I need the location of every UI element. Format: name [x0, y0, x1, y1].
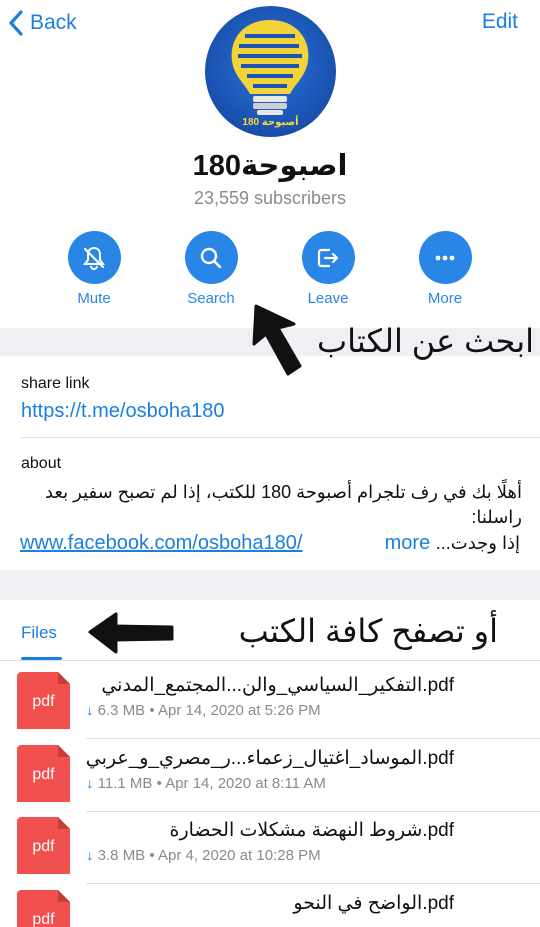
- file-row[interactable]: pdf الواضح في النحو.pdf: [0, 884, 540, 927]
- file-size: 6.3 MB: [97, 702, 146, 719]
- file-row[interactable]: pdf شروط النهضة مشكلات الحضارة.pdf ↓ 3.8…: [0, 811, 540, 884]
- about-more-row: www.facebook.com/osboha180/ إذا وجدت... …: [20, 532, 520, 555]
- pdf-icon-label: pdf: [32, 911, 55, 927]
- file-meta: ↓ 3.8 MB • Apr 4, 2020 at 10:28 PM: [86, 847, 321, 864]
- file-meta: ↓ 6.3 MB • Apr 14, 2020 at 5:26 PM: [86, 702, 321, 719]
- mute-button[interactable]: Mute: [44, 231, 144, 307]
- more-label: More: [427, 290, 463, 307]
- file-name: التفكير_السياسي_والن...المجتمع_المدني.pd…: [101, 675, 454, 696]
- file-name: الواضح في النحو.pdf: [293, 893, 454, 914]
- share-link-label: share link: [21, 375, 90, 392]
- more-icon: [435, 255, 455, 260]
- divider: [0, 660, 540, 661]
- download-arrow-icon[interactable]: ↓: [86, 702, 94, 719]
- bell-slash-icon: [83, 246, 105, 270]
- browse-annotation: أو تصفح كافة الكتب: [238, 613, 498, 649]
- edit-button[interactable]: Edit: [482, 10, 518, 34]
- file-size: 11.1 MB: [97, 775, 153, 792]
- tab-files[interactable]: Files: [21, 623, 57, 643]
- back-button[interactable]: Back: [8, 6, 77, 40]
- pdf-icon-label: pdf: [32, 693, 55, 710]
- file-date: Apr 4, 2020 at 10:28 PM: [157, 847, 321, 864]
- search-annotation: ابحث عن الكتاب: [317, 323, 534, 359]
- leave-button[interactable]: Leave: [278, 231, 378, 307]
- hand-drawn-arrow-left-icon: [88, 612, 174, 654]
- file-size: 3.8 MB: [97, 847, 146, 864]
- download-arrow-icon[interactable]: ↓: [86, 847, 94, 864]
- more-button[interactable]: More: [395, 231, 495, 307]
- divider: [21, 437, 540, 438]
- pdf-icon-label: pdf: [32, 766, 55, 783]
- chevron-left-icon: [9, 10, 23, 36]
- share-link-url[interactable]: https://t.me/osboha180: [21, 400, 224, 423]
- file-row[interactable]: pdf الموساد_اغتيال_زعماء...ر_مصري_و_عربي…: [0, 739, 540, 812]
- mute-label: Mute: [77, 290, 111, 307]
- download-arrow-icon[interactable]: ↓: [86, 775, 94, 792]
- about-text: أهلًا بك في رف تلجرام أصبوحة 180 للكتب، …: [44, 482, 522, 527]
- search-circle[interactable]: [184, 231, 238, 284]
- subscriber-count: 23,559 subscribers: [193, 188, 347, 208]
- file-name: الموساد_اغتيال_زعماء...ر_مصري_و_عربي.pdf: [85, 748, 454, 769]
- search-button[interactable]: Search: [161, 231, 261, 307]
- search-label: Search: [187, 290, 235, 307]
- more-circle[interactable]: [418, 231, 472, 284]
- pdf-icon-label: pdf: [32, 838, 55, 855]
- file-row[interactable]: pdf التفكير_السياسي_والن...المجتمع_المدن…: [0, 666, 540, 739]
- mute-circle[interactable]: [67, 231, 121, 284]
- file-meta: ↓ 11.1 MB • Apr 14, 2020 at 8:11 AM: [86, 775, 326, 792]
- search-icon: [200, 247, 222, 268]
- leave-icon: [317, 248, 339, 267]
- facebook-link[interactable]: www.facebook.com/osboha180/: [20, 532, 302, 555]
- file-date: Apr 14, 2020 at 8:11 AM: [165, 775, 326, 792]
- section-separator: [0, 570, 540, 600]
- about-label: about: [21, 455, 62, 472]
- more-link[interactable]: more: [385, 532, 431, 554]
- file-date: Apr 14, 2020 at 5:26 PM: [157, 702, 321, 719]
- about-tail: إذا وجدت...: [435, 533, 520, 553]
- back-label: Back: [30, 11, 77, 34]
- channel-avatar[interactable]: أصبوحة 180: [205, 6, 336, 137]
- leave-circle[interactable]: [301, 231, 355, 284]
- hand-drawn-arrow-up-icon: [252, 304, 302, 376]
- channel-name: اصبوحة180: [192, 150, 348, 182]
- avatar-caption: أصبوحة 180: [242, 117, 299, 128]
- file-name: شروط النهضة مشكلات الحضارة.pdf: [169, 820, 454, 841]
